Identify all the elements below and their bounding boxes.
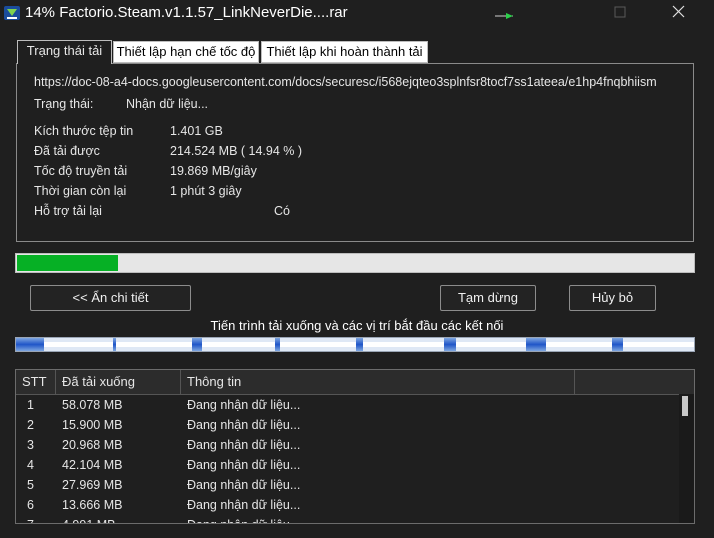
hide-details-button[interactable]: << Ẩn chi tiết [30, 285, 191, 311]
table-row[interactable]: 1 58.078 MB Đang nhận dữ liệu... [16, 395, 676, 415]
row-info: Đang nhận dữ liệu... [187, 398, 301, 412]
resume-label: Hỗ trợ tải lại [34, 204, 102, 218]
time-left-label: Thời gian còn lại [34, 184, 127, 198]
row-no: 5 [27, 478, 34, 492]
resume-value: Có [274, 204, 290, 218]
table-row[interactable]: 7 4.991 MB Đang nhận dữ liệu... [16, 515, 676, 523]
connections-progress-bar [15, 337, 695, 352]
row-info: Đang nhận dữ liệu... [187, 498, 301, 512]
file-size-label: Kích thước tệp tin [34, 124, 134, 138]
speed-value: 19.869 MB/giây [170, 164, 257, 178]
row-info: Đang nhận dữ liệu... [187, 478, 301, 492]
pause-button[interactable]: Tạm dừng [440, 285, 536, 311]
table-header: STT Đã tải xuống Thông tin [16, 370, 694, 395]
connection-segment [192, 338, 202, 351]
table-row[interactable]: 3 20.968 MB Đang nhận dữ liệu... [16, 435, 676, 455]
row-downloaded: 42.104 MB [62, 458, 123, 472]
idm-app-icon [4, 6, 20, 20]
column-header-info[interactable]: Thông tin [181, 370, 575, 394]
table-row[interactable]: 5 27.969 MB Đang nhận dữ liệu... [16, 475, 676, 495]
speed-label: Tốc độ truyền tải [34, 164, 128, 178]
connection-segment [612, 338, 623, 351]
time-left-value: 1 phút 3 giây [170, 184, 242, 198]
file-size-value: 1.401 GB [170, 124, 223, 138]
row-downloaded: 20.968 MB [62, 438, 123, 452]
window-title: 14% Factorio.Steam.v1.1.57_LinkNeverDie.… [25, 4, 348, 21]
row-no: 7 [27, 515, 34, 523]
row-downloaded: 13.666 MB [62, 498, 123, 512]
state-value: Nhận dữ liệu... [126, 97, 209, 111]
tab-speed-limiter[interactable]: Thiết lập hạn chế tốc độ [113, 41, 259, 63]
row-no: 4 [27, 458, 34, 472]
column-header-extra [575, 370, 694, 394]
close-button[interactable] [660, 0, 706, 26]
title-bar: 14% Factorio.Steam.v1.1.57_LinkNeverDie.… [0, 0, 714, 26]
row-info: Đang nhận dữ liệu... [187, 458, 301, 472]
connections-title: Tiến trình tải xuống và các vị trí bắt đ… [210, 318, 504, 333]
row-no: 2 [27, 418, 34, 432]
connection-segment [526, 338, 546, 351]
scrollbar-thumb[interactable] [682, 396, 688, 416]
row-downloaded: 27.969 MB [62, 478, 123, 492]
download-url: https://doc-08-a4-docs.googleusercontent… [34, 75, 657, 89]
table-row[interactable]: 2 15.900 MB Đang nhận dữ liệu... [16, 415, 676, 435]
row-downloaded: 15.900 MB [62, 418, 123, 432]
connection-segment [444, 338, 456, 351]
connections-track [16, 342, 694, 347]
row-info: Đang nhận dữ liệu... [187, 438, 301, 452]
status-panel [16, 63, 694, 242]
table-row[interactable]: 4 42.104 MB Đang nhận dữ liệu... [16, 455, 676, 475]
tab-download-status[interactable]: Trạng thái tải [17, 40, 112, 64]
row-no: 3 [27, 438, 34, 452]
maximize-button[interactable] [596, 0, 642, 26]
downloaded-label: Đã tải được [34, 144, 100, 158]
progress-fill [17, 255, 118, 271]
state-label: Trạng thái: [34, 97, 94, 111]
cancel-button[interactable]: Hủy bỏ [569, 285, 656, 311]
tab-on-completion[interactable]: Thiết lập khi hoàn thành tải [261, 41, 428, 63]
connection-segment [356, 338, 363, 351]
row-downloaded: 58.078 MB [62, 398, 123, 412]
minimize-button[interactable] [490, 0, 536, 26]
row-info: Đang nhận dữ liệu... [187, 418, 301, 432]
close-icon [672, 5, 685, 18]
connections-table: STT Đã tải xuống Thông tin 1 58.078 MB Đ… [15, 369, 695, 524]
download-progress-bar [15, 253, 695, 273]
row-downloaded: 4.991 MB [62, 515, 116, 523]
maximize-icon [614, 6, 626, 18]
connection-segment [275, 338, 280, 351]
connection-segment [113, 338, 116, 351]
row-no: 6 [27, 498, 34, 512]
table-row[interactable]: 6 13.666 MB Đang nhận dữ liệu... [16, 495, 676, 515]
column-header-downloaded[interactable]: Đã tải xuống [56, 370, 181, 394]
downloaded-value: 214.524 MB ( 14.94 % ) [170, 144, 303, 158]
row-info: Đang nhận dữ liệu... [187, 515, 300, 523]
column-header-no[interactable]: STT [16, 370, 56, 394]
connection-segment [16, 338, 44, 351]
table-scrollbar[interactable] [679, 394, 694, 523]
minimize-icon [495, 13, 513, 19]
row-no: 1 [27, 398, 34, 412]
